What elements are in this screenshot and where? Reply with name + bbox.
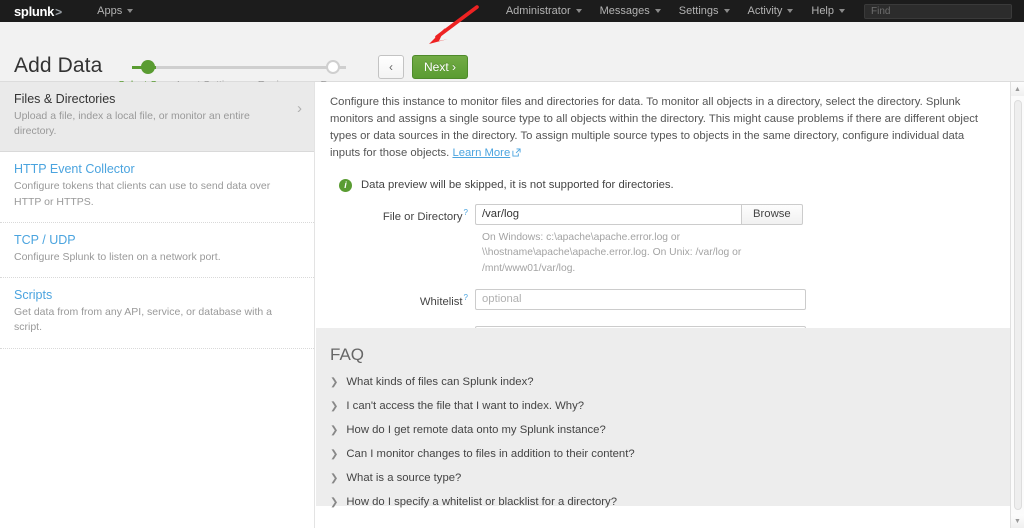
chevron-down-icon (127, 9, 133, 13)
file-or-directory-label: File or Directory? (316, 204, 475, 225)
faq-item-label: Can I monitor changes to files in additi… (346, 448, 634, 460)
nav-administrator-menu[interactable]: Administrator (497, 0, 591, 22)
file-or-directory-control: /var/log Browse (475, 204, 803, 225)
chevron-right-icon: ❯ (330, 497, 338, 508)
sidebar-item-tcp-udp[interactable]: TCP / UDP Configure Splunk to listen on … (0, 223, 314, 278)
source-description: Configure this instance to monitor files… (316, 82, 1010, 163)
sidebar-item-description: Configure Splunk to listen on a network … (14, 250, 286, 265)
faq-item-label: What kinds of files can Splunk index? (346, 376, 533, 388)
chevron-right-icon: ❯ (330, 449, 338, 460)
chevron-right-icon: ❯ (330, 473, 338, 484)
splunk-chevron-glyph: > (55, 5, 62, 19)
faq-section: FAQ ❯ What kinds of files can Splunk ind… (316, 328, 1010, 506)
faq-item[interactable]: ❯ How do I specify a whitelist or blackl… (330, 496, 1010, 508)
nav-help-menu[interactable]: Help (802, 0, 854, 22)
step-dot-icon (202, 60, 216, 74)
whitelist-row: Whitelist? optional (316, 289, 1010, 310)
chevron-down-icon (839, 9, 845, 13)
file-or-directory-label-text: File or Directory (383, 210, 463, 222)
file-or-directory-input[interactable]: /var/log (475, 204, 741, 225)
faq-item-label: What is a source type? (346, 472, 461, 484)
browse-button[interactable]: Browse (741, 204, 803, 225)
nav-activity-label: Activity (748, 5, 783, 17)
scroll-down-arrow-icon[interactable]: ▼ (1011, 514, 1024, 528)
splunk-wordmark: splunk (14, 4, 54, 19)
faq-item-label: How do I get remote data onto my Splunk … (346, 424, 605, 436)
sidebar-item-title: Scripts (14, 288, 286, 302)
scroll-up-arrow-icon[interactable]: ▲ (1011, 82, 1024, 96)
file-or-directory-row: File or Directory? /var/log Browse (316, 204, 1010, 225)
splunk-logo[interactable]: splunk > (14, 4, 62, 19)
file-or-directory-help-text: On Windows: c:\apache\apache.error.log o… (482, 230, 812, 276)
info-icon: i (339, 179, 352, 192)
sidebar-item-title: TCP / UDP (14, 233, 286, 247)
step-dot-icon (268, 60, 282, 74)
faq-title: FAQ (330, 345, 1010, 365)
monitor-form: File or Directory? /var/log Browse On Wi… (316, 204, 1010, 347)
faq-item[interactable]: ❯ What is a source type? (330, 472, 1010, 484)
vertical-scrollbar[interactable]: ▲ ▼ (1010, 82, 1024, 528)
whitelist-label: Whitelist? (316, 289, 475, 310)
whitelist-input[interactable]: optional (475, 289, 806, 310)
nav-messages-label: Messages (600, 5, 650, 17)
nav-activity-menu[interactable]: Activity (739, 0, 803, 22)
next-button[interactable]: Next › (412, 55, 468, 79)
page-title: Add Data (14, 54, 102, 78)
source-description-text: Configure this instance to monitor files… (330, 96, 978, 159)
chevron-down-icon (576, 9, 582, 13)
faq-item[interactable]: ❯ How do I get remote data onto my Splun… (330, 424, 1010, 436)
sidebar-item-description: Configure tokens that clients can use to… (14, 179, 286, 209)
chevron-right-icon: ❯ (330, 425, 338, 436)
whitelist-label-text: Whitelist (420, 296, 463, 308)
chevron-right-icon: ❯ (330, 401, 338, 412)
sidebar-item-title: Files & Directories (14, 92, 286, 106)
faq-item-label: I can't access the file that I want to i… (346, 400, 584, 412)
sidebar-item-description: Get data from from any API, service, or … (14, 305, 286, 335)
nav-messages-menu[interactable]: Messages (591, 0, 670, 22)
chevron-down-icon (724, 9, 730, 13)
faq-item-label: How do I specify a whitelist or blacklis… (346, 496, 617, 508)
page-body: Files & Directories Upload a file, index… (0, 82, 1024, 528)
faq-item[interactable]: ❯ Can I monitor changes to files in addi… (330, 448, 1010, 460)
global-nav-right-group: Administrator Messages Settings Activity… (497, 0, 1024, 22)
nav-apps-menu[interactable]: Apps (88, 0, 142, 22)
nav-help-label: Help (811, 5, 834, 17)
help-tooltip-icon[interactable]: ? (464, 208, 468, 217)
main-content-panel: Configure this instance to monitor files… (316, 82, 1010, 528)
wizard-nav-buttons: ‹ Next › (378, 55, 468, 79)
step-dot-empty-icon (326, 60, 340, 74)
chevron-down-icon (787, 9, 793, 13)
learn-more-link[interactable]: Learn More (452, 147, 510, 159)
find-placeholder-text: Find (871, 5, 890, 18)
chevron-right-icon: › (297, 100, 302, 117)
nav-settings-label: Settings (679, 5, 719, 17)
sidebar-item-http-event-collector[interactable]: HTTP Event Collector Configure tokens th… (0, 152, 314, 222)
faq-item[interactable]: ❯ What kinds of files can Splunk index? (330, 376, 1010, 388)
learn-more-label: Learn More (452, 147, 510, 159)
global-navigation-bar: splunk > Apps Administrator Messages Set… (0, 0, 1024, 22)
sidebar-item-scripts[interactable]: Scripts Get data from from any API, serv… (0, 278, 314, 348)
info-banner: i Data preview will be skipped, it is no… (339, 179, 1010, 192)
sidebar-item-description: Upload a file, index a local file, or mo… (14, 109, 286, 139)
find-input[interactable]: Find (864, 4, 1012, 19)
back-button[interactable]: ‹ (378, 55, 404, 79)
chevron-right-icon: ❯ (330, 377, 338, 388)
whitelist-control: optional (475, 289, 806, 310)
nav-settings-menu[interactable]: Settings (670, 0, 739, 22)
nav-apps-label: Apps (97, 5, 122, 17)
help-tooltip-icon[interactable]: ? (464, 293, 468, 302)
form-spacer (316, 313, 1010, 326)
data-source-list: Files & Directories Upload a file, index… (0, 82, 315, 528)
sidebar-item-title: HTTP Event Collector (14, 162, 286, 176)
nav-administrator-label: Administrator (506, 5, 571, 17)
sidebar-item-files-and-directories[interactable]: Files & Directories Upload a file, index… (0, 82, 314, 152)
faq-item[interactable]: ❯ I can't access the file that I want to… (330, 400, 1010, 412)
external-link-icon (512, 148, 521, 157)
info-banner-text: Data preview will be skipped, it is not … (361, 179, 674, 191)
chevron-down-icon (655, 9, 661, 13)
page-header: Add Data Select Source Input Settings Re… (0, 22, 1024, 82)
scrollbar-thumb[interactable] (1014, 100, 1022, 510)
step-dot-active-icon (141, 60, 155, 74)
